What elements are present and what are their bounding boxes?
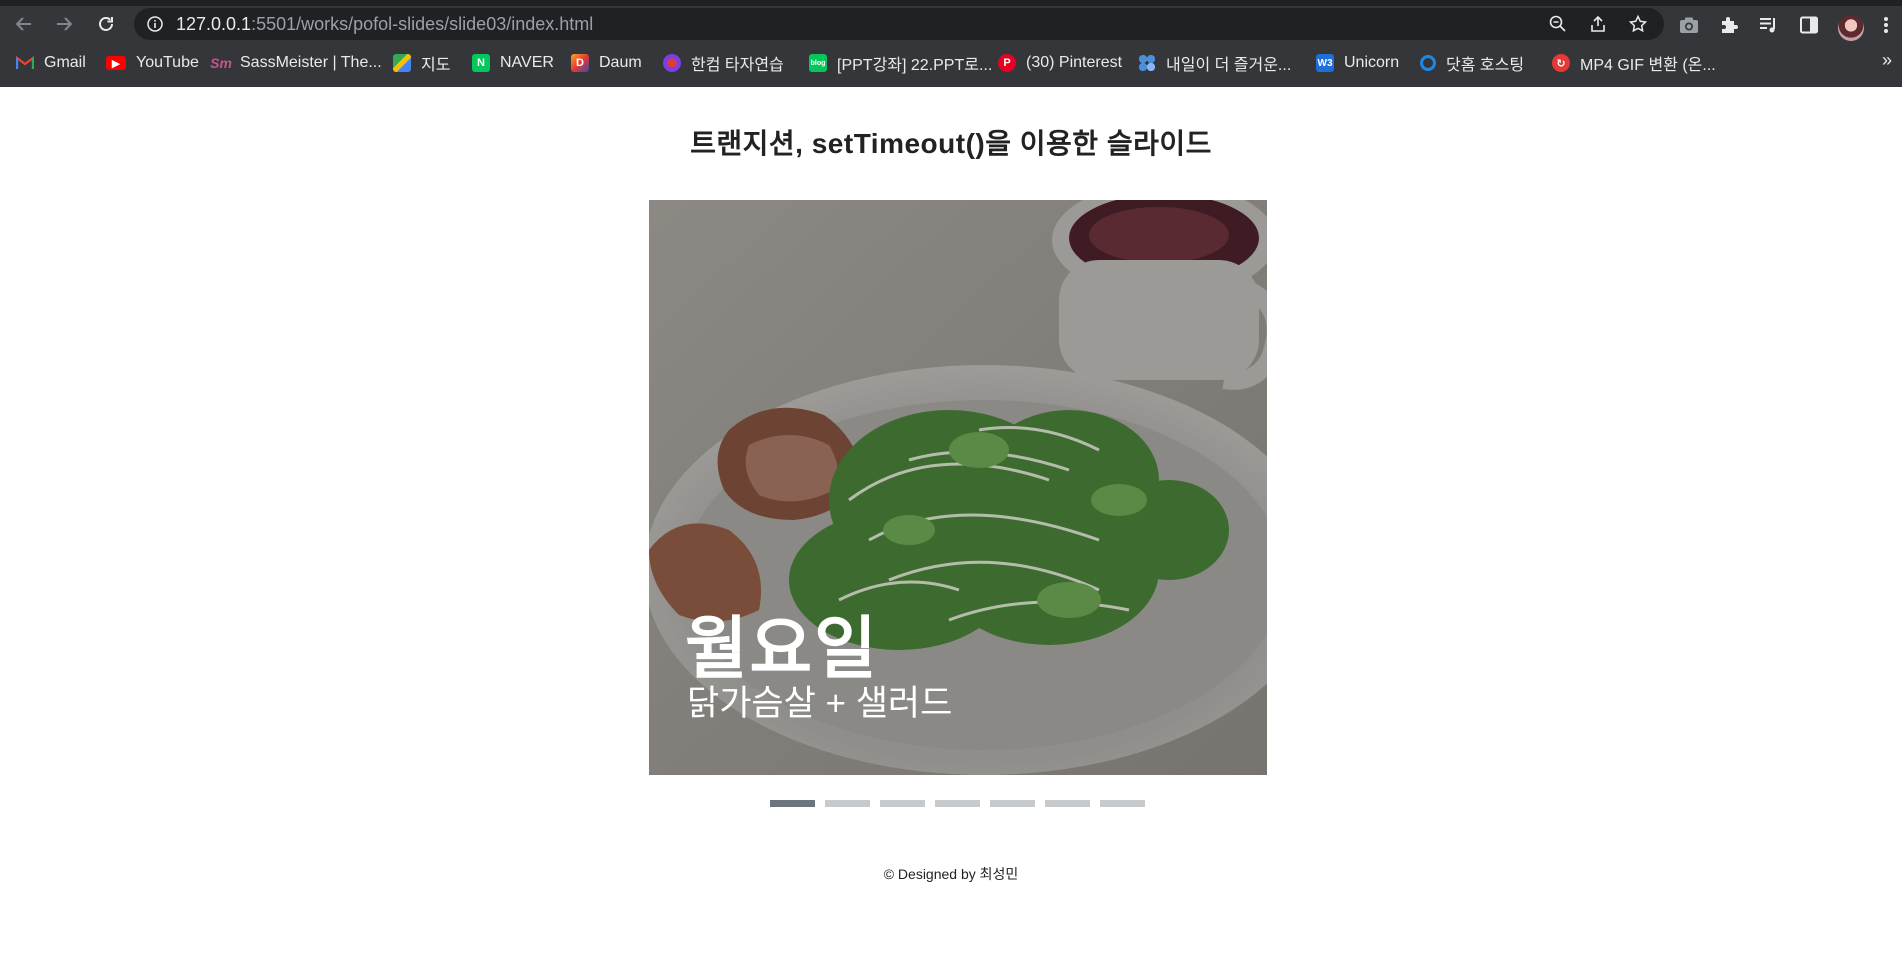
info-icon[interactable]: [146, 15, 164, 33]
bookmark-sassmeister[interactable]: Sm SassMeister | The...: [210, 51, 382, 75]
bookmark-maps[interactable]: 지도: [393, 51, 450, 75]
pinterest-icon: P: [998, 54, 1016, 72]
bookmark-ppt-blog[interactable]: blog [PPT강좌] 22.PPT로...: [809, 51, 992, 75]
slide-indicator-7[interactable]: [1100, 800, 1145, 807]
bookmark-unicorn[interactable]: W3 Unicorn: [1316, 51, 1399, 75]
slide-indicators: [770, 800, 1145, 807]
youtube-icon: ▶: [106, 56, 126, 70]
bookmark-gmail[interactable]: Gmail: [16, 51, 86, 75]
slide-menu-label: 닭가슴살 + 샐러드: [687, 684, 953, 723]
dothome-icon: [1420, 55, 1436, 71]
bookmark-daum[interactable]: D Daum: [571, 51, 642, 75]
bookmark-youtube[interactable]: ▶ YouTube: [106, 51, 199, 75]
zoom-out-icon[interactable]: [1548, 14, 1568, 34]
browser-toolbar: 127.0.0.1:5501/works/pofol-slides/slide0…: [0, 6, 1902, 41]
slide-image: 월요일 닭가슴살 + 샐러드: [649, 200, 1267, 775]
slide-indicator-1[interactable]: [770, 800, 815, 807]
address-bar[interactable]: 127.0.0.1:5501/works/pofol-slides/slide0…: [134, 8, 1664, 40]
hancom-icon: [663, 54, 681, 72]
bookmark-dothome[interactable]: 닷홈 호스팅: [1420, 51, 1524, 75]
bookmark-naver[interactable]: N NAVER: [472, 51, 554, 75]
profile-avatar[interactable]: [1838, 15, 1864, 41]
naver-icon: N: [472, 54, 490, 72]
bookmark-hancom[interactable]: 한컴 타자연습: [663, 51, 784, 75]
dots-app-icon: [1138, 54, 1156, 72]
w3-icon: W3: [1316, 54, 1334, 72]
google-maps-icon: [393, 54, 411, 72]
bookmarks-bar: Gmail ▶ YouTube Sm SassMeister | The... …: [0, 48, 1902, 78]
puzzle-icon[interactable]: [1718, 14, 1740, 36]
bookmark-mp4-gif[interactable]: ↻ MP4 GIF 변환 (온...: [1552, 51, 1716, 75]
footer-credit: © Designed by 최성민: [883, 866, 1019, 882]
gmail-icon: [16, 54, 34, 72]
arrow-right-icon: [57, 17, 73, 31]
bookmark-pinterest[interactable]: P (30) Pinterest: [998, 51, 1122, 75]
slide-indicator-5[interactable]: [990, 800, 1035, 807]
browser-chrome: 127.0.0.1:5501/works/pofol-slides/slide0…: [0, 0, 1902, 87]
slide-indicator-6[interactable]: [1045, 800, 1090, 807]
sassmeister-icon: Sm: [210, 55, 232, 71]
convert-icon: ↻: [1552, 54, 1570, 72]
page-title: 트랜지션, setTimeout()을 이용한 슬라이드: [690, 128, 1212, 159]
back-button[interactable]: [9, 10, 39, 38]
forward-button[interactable]: [49, 10, 79, 38]
camera-icon[interactable]: [1678, 14, 1700, 36]
share-icon[interactable]: [1588, 14, 1608, 34]
reload-button[interactable]: [91, 10, 121, 38]
slide-indicator-2[interactable]: [825, 800, 870, 807]
media-queue-icon[interactable]: [1758, 14, 1780, 36]
bookmark-tomorrow[interactable]: 내일이 더 즐거운...: [1138, 51, 1291, 75]
reload-icon: [99, 17, 113, 31]
url-text[interactable]: 127.0.0.1:5501/works/pofol-slides/slide0…: [176, 14, 593, 34]
side-panel-icon[interactable]: [1798, 14, 1820, 36]
blog-icon: blog: [809, 54, 827, 72]
daum-icon: D: [571, 54, 589, 72]
slide-indicator-3[interactable]: [880, 800, 925, 807]
bookmarks-overflow-button[interactable]: »: [1882, 50, 1892, 71]
star-icon[interactable]: [1628, 14, 1648, 34]
arrow-left-icon: [15, 17, 31, 31]
kebab-menu-icon[interactable]: [1879, 14, 1893, 36]
slide-indicator-4[interactable]: [935, 800, 980, 807]
